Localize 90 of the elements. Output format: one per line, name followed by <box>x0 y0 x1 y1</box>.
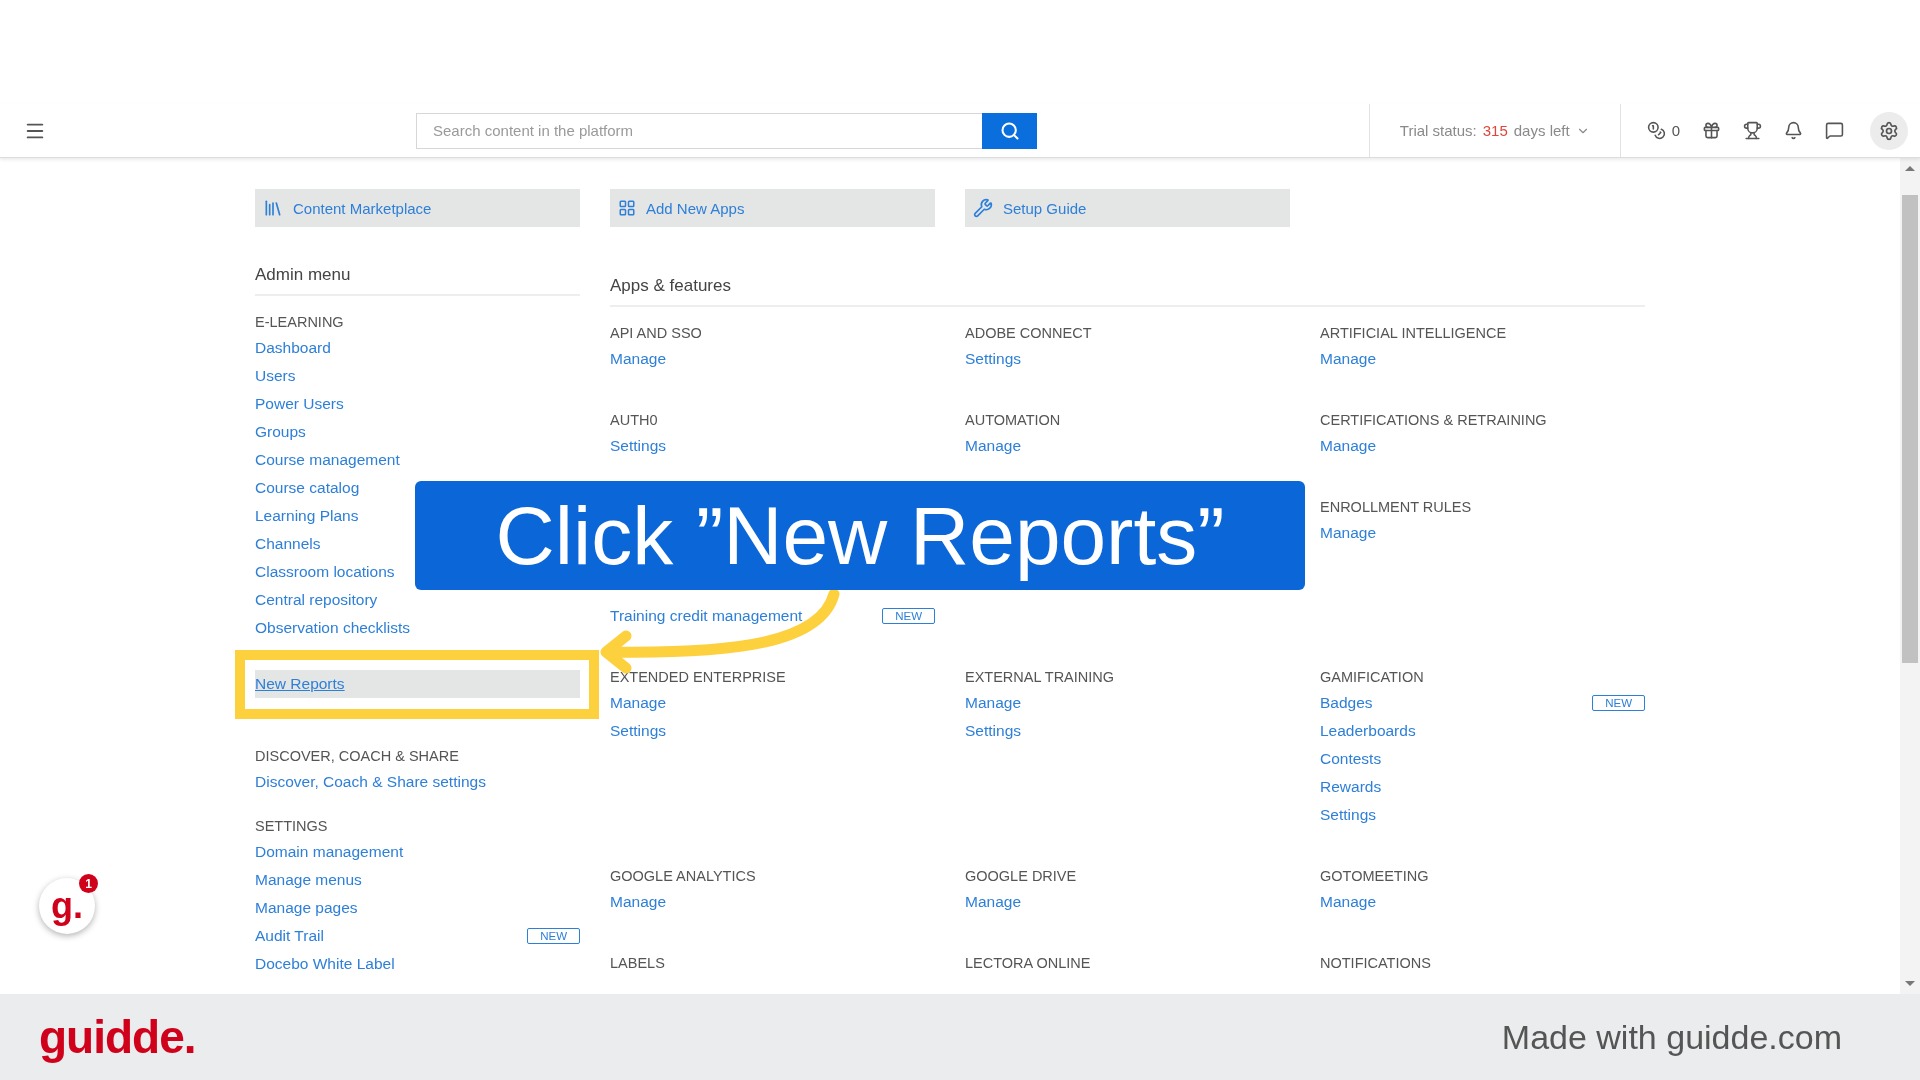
logo: guidde. <box>39 1010 196 1064</box>
app-link[interactable]: Manage <box>965 893 1021 911</box>
library-icon <box>263 198 283 218</box>
menu-link[interactable]: Course management <box>255 451 400 469</box>
app-link[interactable]: Manage <box>965 694 1021 712</box>
app-heading: ADOBE CONNECT <box>965 324 1093 343</box>
trial-status-dropdown[interactable]: Trial status: 315 days left <box>1368 104 1621 157</box>
menu-link[interactable]: Groups <box>255 423 306 441</box>
app-heading: GOTOMEETING <box>1320 867 1430 886</box>
app-heading: AUTH0 <box>610 411 659 430</box>
new-badge: NEW <box>527 928 580 944</box>
section-title: Admin menu <box>255 265 580 296</box>
menu-link[interactable]: Learning Plans <box>255 507 359 525</box>
menu-link[interactable]: New Reports <box>255 675 345 693</box>
app-heading: EXTERNAL TRAINING <box>965 668 1116 687</box>
app-heading: ARTIFICIAL INTELLIGENCE <box>1320 324 1508 343</box>
menu-heading: E-LEARNING <box>255 313 345 332</box>
credit-text: Made with guidde.com <box>1501 1017 1842 1057</box>
menu-link[interactable]: Course catalog <box>255 479 360 497</box>
app-link[interactable]: Settings <box>965 722 1021 740</box>
settings-button[interactable] <box>1870 111 1908 150</box>
gift-icon <box>1702 121 1721 140</box>
app-link[interactable]: Settings <box>1320 806 1376 824</box>
app-link[interactable]: Manage <box>1320 524 1376 542</box>
app-heading: EXTENDED ENTERPRISE <box>610 668 787 687</box>
shortcut-button[interactable]: Setup Guide <box>965 189 1290 227</box>
new-badge: NEW <box>1592 695 1645 711</box>
coins-icon <box>1646 121 1666 140</box>
app-link[interactable]: Badges <box>1320 694 1373 712</box>
menu-link[interactable]: Classroom locations <box>255 563 395 581</box>
menu-link[interactable]: Manage menus <box>255 871 362 889</box>
selected-menu-item[interactable]: New Reports <box>255 670 580 698</box>
app-link[interactable]: Settings <box>610 437 666 455</box>
search-button[interactable] <box>982 112 1037 149</box>
app-link[interactable]: Manage <box>610 350 666 368</box>
app-heading: GAMIFICATION <box>1320 668 1425 687</box>
scrollbar[interactable] <box>1900 158 1920 994</box>
menu-link[interactable]: Power Users <box>255 395 344 413</box>
shortcut-button[interactable]: Add New Apps <box>610 189 935 227</box>
app-link[interactable]: Settings <box>610 722 666 740</box>
app-heading: GOOGLE DRIVE <box>965 867 1078 886</box>
trophy-icon <box>1743 121 1762 140</box>
menu-link[interactable]: Docebo White Label <box>255 955 395 973</box>
app-link[interactable]: Manage <box>610 893 666 911</box>
notifications-button[interactable] <box>1784 121 1803 140</box>
menu-link[interactable]: Discover, Coach & Share settings <box>255 773 486 791</box>
settings-icon <box>1879 120 1899 141</box>
wrench-icon <box>973 198 993 218</box>
coins-button[interactable]: 0 <box>1646 121 1680 140</box>
app-link[interactable]: Leaderboards <box>1320 722 1416 740</box>
menu-link[interactable]: Central repository <box>255 591 378 609</box>
shortcut-button[interactable]: Content Marketplace <box>255 189 580 227</box>
app-heading: GOOGLE ANALYTICS <box>610 867 757 886</box>
grid-icon <box>618 199 636 217</box>
notification-badge: 1 <box>79 874 98 893</box>
app-heading: NOTIFICATIONS <box>1320 954 1432 973</box>
app-heading: API AND SSO <box>610 324 703 343</box>
chat-icon <box>1825 121 1844 140</box>
app-link[interactable]: Rewards <box>1320 778 1382 796</box>
bell-icon <box>1784 121 1803 140</box>
menu-heading: DISCOVER, COACH & SHARE <box>255 747 460 766</box>
app-link[interactable]: Manage <box>965 437 1021 455</box>
app-heading: ENROLLMENT RULES <box>1320 498 1473 517</box>
menu-link[interactable]: Dashboard <box>255 339 331 357</box>
app-link[interactable]: Manage <box>1320 893 1376 911</box>
messages-button[interactable] <box>1825 121 1844 140</box>
new-badge: NEW <box>882 608 935 624</box>
trophy-button[interactable] <box>1743 121 1762 140</box>
app-link[interactable]: Manage <box>610 694 666 712</box>
app-link[interactable]: Contests <box>1320 750 1382 768</box>
app-heading: LECTORA ONLINE <box>965 954 1092 973</box>
app-link[interactable]: Training credit management <box>610 607 803 625</box>
app-heading: CERTIFICATIONS & RETRAINING <box>1320 411 1548 430</box>
menu-link[interactable]: Channels <box>255 535 321 553</box>
app-heading: LABELS <box>610 954 666 973</box>
gift-button[interactable] <box>1702 121 1721 140</box>
section-title: Apps & features <box>610 265 1645 307</box>
menu-link[interactable]: Audit Trail <box>255 927 324 945</box>
menu-heading: SETTINGS <box>255 817 329 836</box>
menu-link[interactable]: Users <box>255 367 296 385</box>
search-field[interactable]: Search content in the platform <box>416 112 982 149</box>
menu-link[interactable]: Observation checklists <box>255 619 411 637</box>
callout-banner: Click ”New Reports” <box>415 481 1305 590</box>
search-icon <box>999 120 1020 141</box>
menu-link[interactable]: Manage pages <box>255 899 358 917</box>
app-heading: AUTOMATION <box>965 411 1062 430</box>
app-link[interactable]: Settings <box>965 350 1021 368</box>
menu-link[interactable]: Domain management <box>255 843 404 861</box>
app-link[interactable]: Manage <box>1320 350 1376 368</box>
app-link[interactable]: Manage <box>1320 437 1376 455</box>
